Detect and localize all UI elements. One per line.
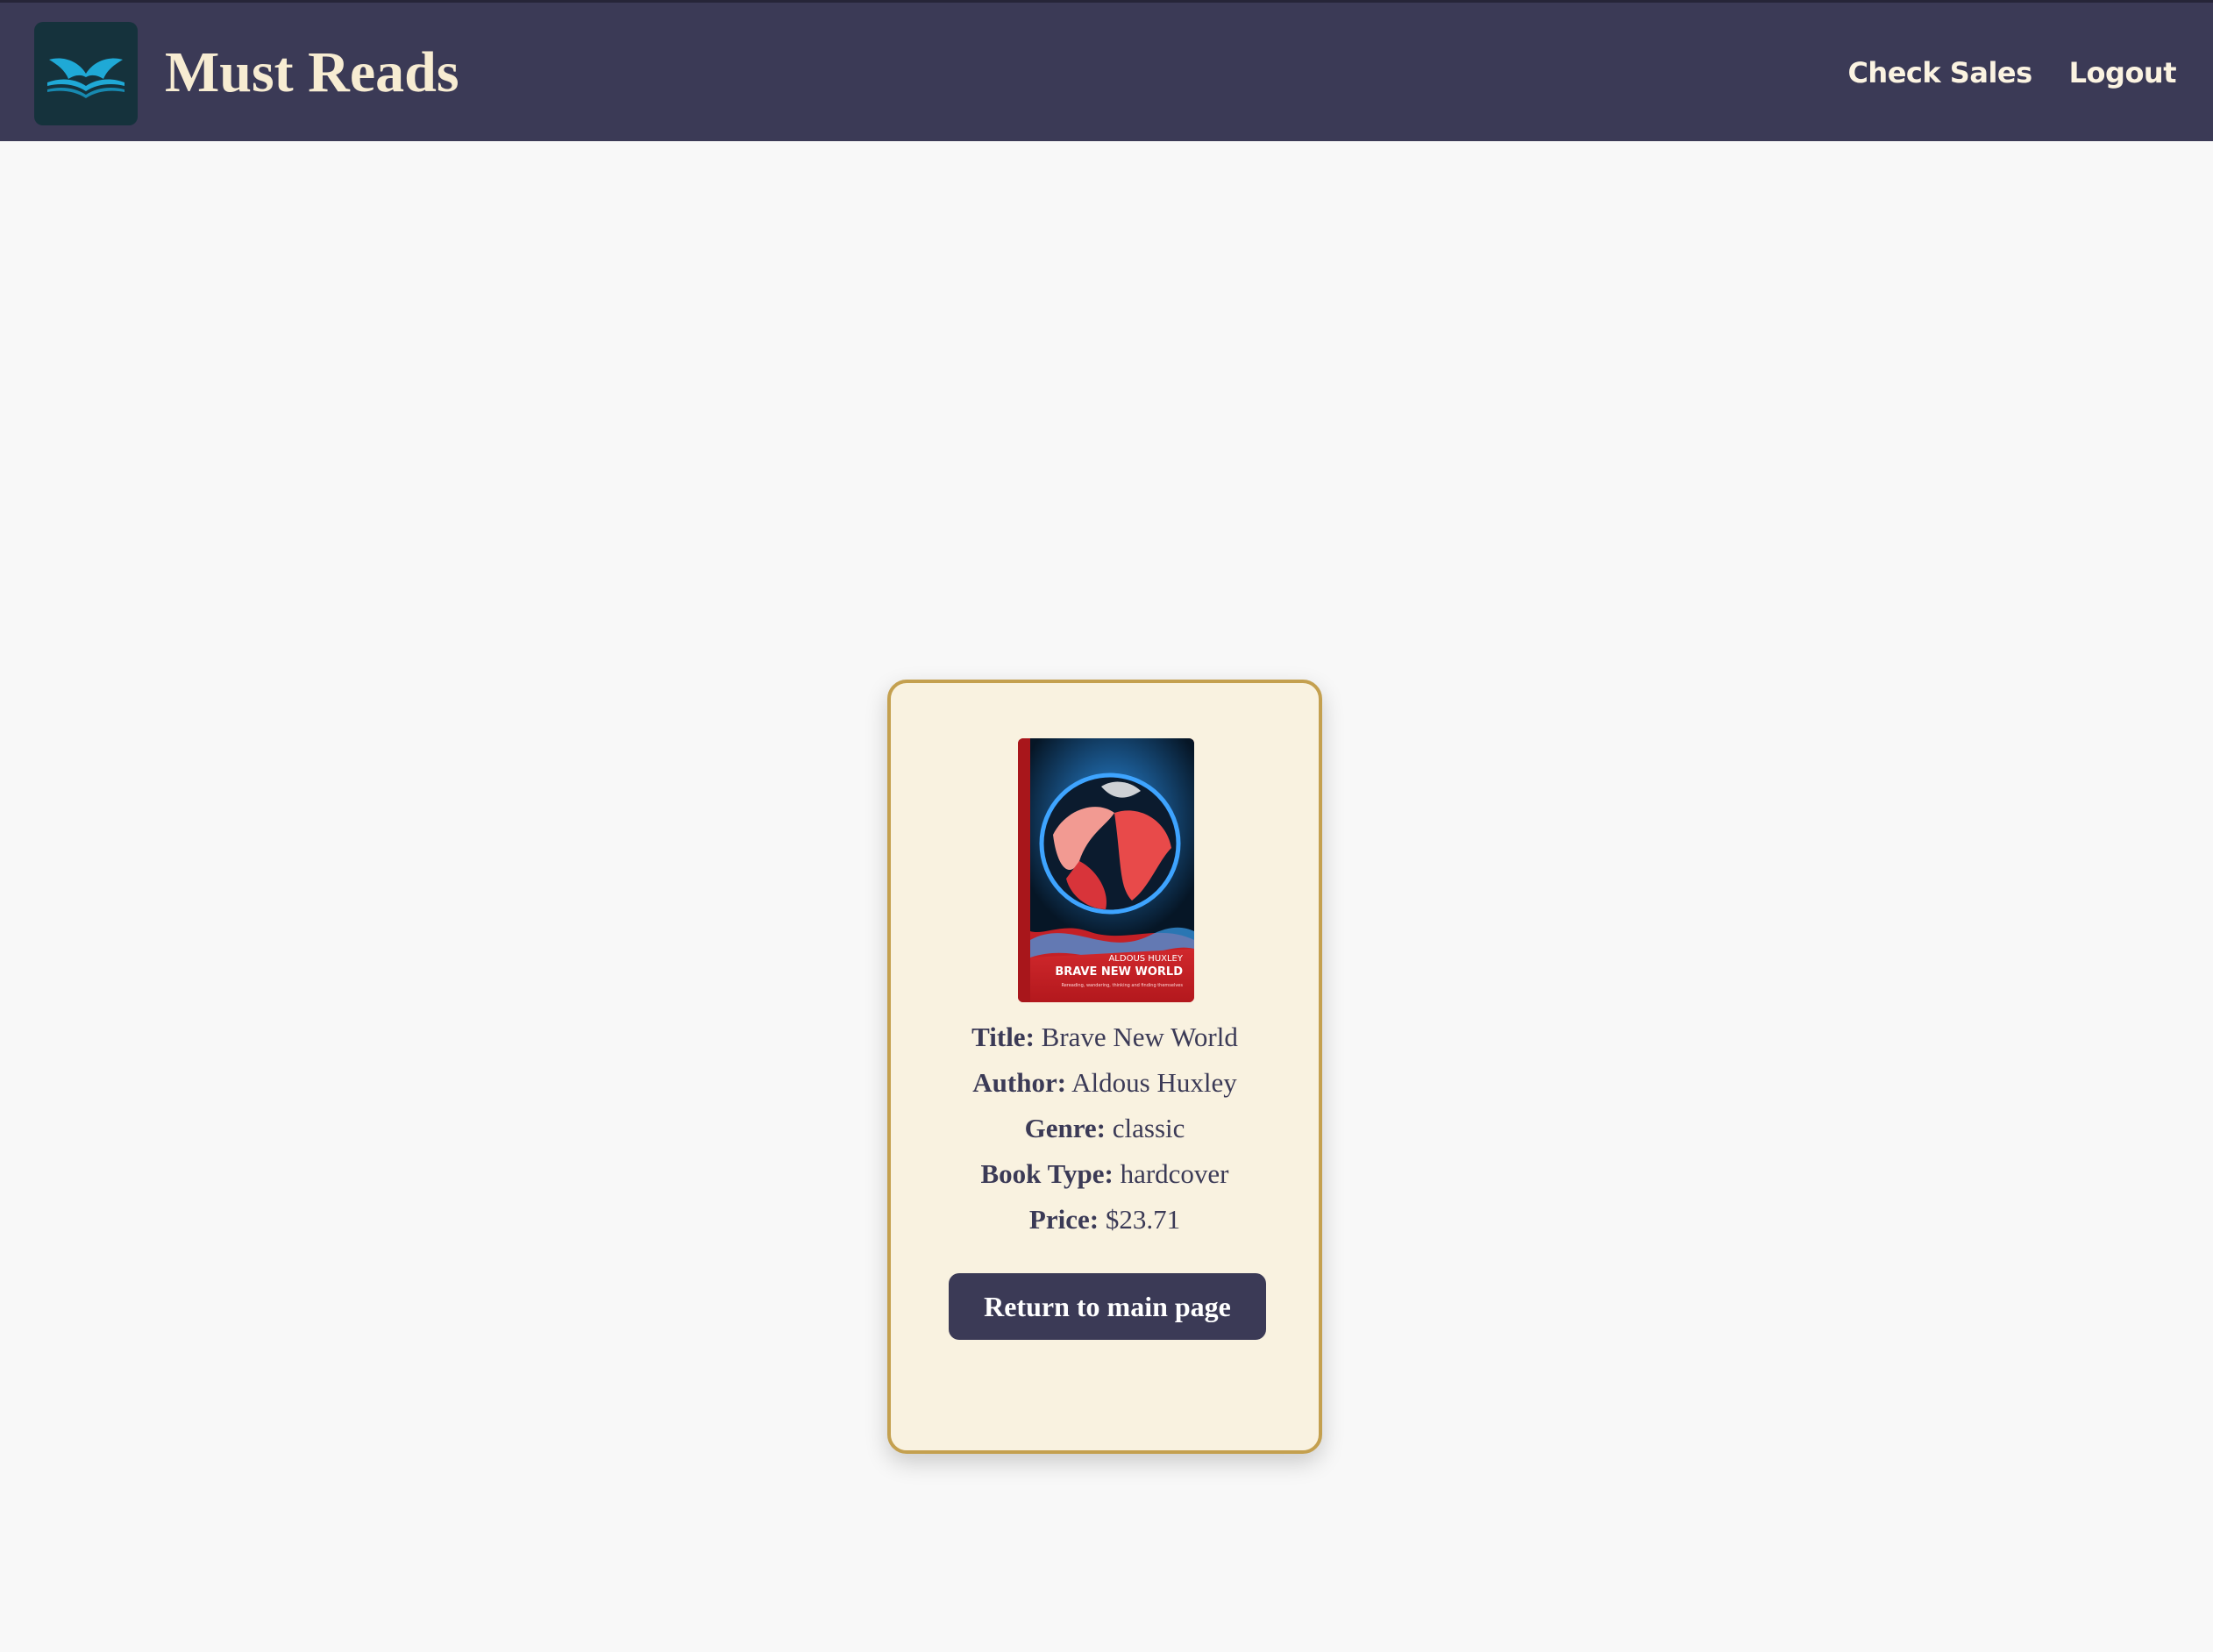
book-genre-value: classic — [1112, 1113, 1185, 1143]
cover-author: ALDOUS HUXLEY — [1108, 954, 1183, 964]
book-author-value: Aldous Huxley — [1071, 1067, 1237, 1098]
brand-title[interactable]: Must Reads — [165, 36, 459, 110]
book-title-row: Title: Brave New World — [891, 1015, 1319, 1060]
field-label: Title: — [971, 1022, 1035, 1052]
book-title-value: Brave New World — [1041, 1022, 1238, 1052]
book-info: Title: Brave New World Author: Aldous Hu… — [891, 1015, 1319, 1243]
field-label: Author: — [972, 1067, 1067, 1098]
open-book-icon — [47, 58, 125, 98]
field-label: Genre: — [1024, 1113, 1106, 1143]
logo[interactable] — [34, 22, 138, 125]
book-cover-art: ALDOUS HUXLEY BRAVE NEW WORLD Rereading,… — [1018, 738, 1194, 1002]
return-to-main-button[interactable]: Return to main page — [949, 1273, 1266, 1340]
top-nav-bar: Must Reads Check Sales Logout — [0, 0, 2213, 141]
field-label: Book Type: — [980, 1158, 1114, 1189]
cover-title: BRAVE NEW WORLD — [1055, 965, 1183, 979]
book-type-row: Book Type: hardcover — [891, 1151, 1319, 1197]
check-sales-link[interactable]: Check Sales — [1847, 53, 2032, 92]
book-price-row: Price: $23.71 — [891, 1197, 1319, 1243]
book-cover-image: ALDOUS HUXLEY BRAVE NEW WORLD Rereading,… — [1018, 738, 1194, 1002]
book-detail-card: ALDOUS HUXLEY BRAVE NEW WORLD Rereading,… — [887, 680, 1322, 1454]
logout-link[interactable]: Logout — [2069, 53, 2177, 92]
book-price-value: $23.71 — [1105, 1204, 1181, 1235]
book-type-value: hardcover — [1120, 1158, 1229, 1189]
field-label: Price: — [1028, 1204, 1099, 1235]
cover-tagline: Rereading, wandering, thinking and findi… — [1061, 983, 1183, 988]
header-nav: Check Sales Logout — [1847, 53, 2176, 92]
book-genre-row: Genre: classic — [891, 1106, 1319, 1151]
book-author-row: Author: Aldous Huxley — [891, 1060, 1319, 1106]
